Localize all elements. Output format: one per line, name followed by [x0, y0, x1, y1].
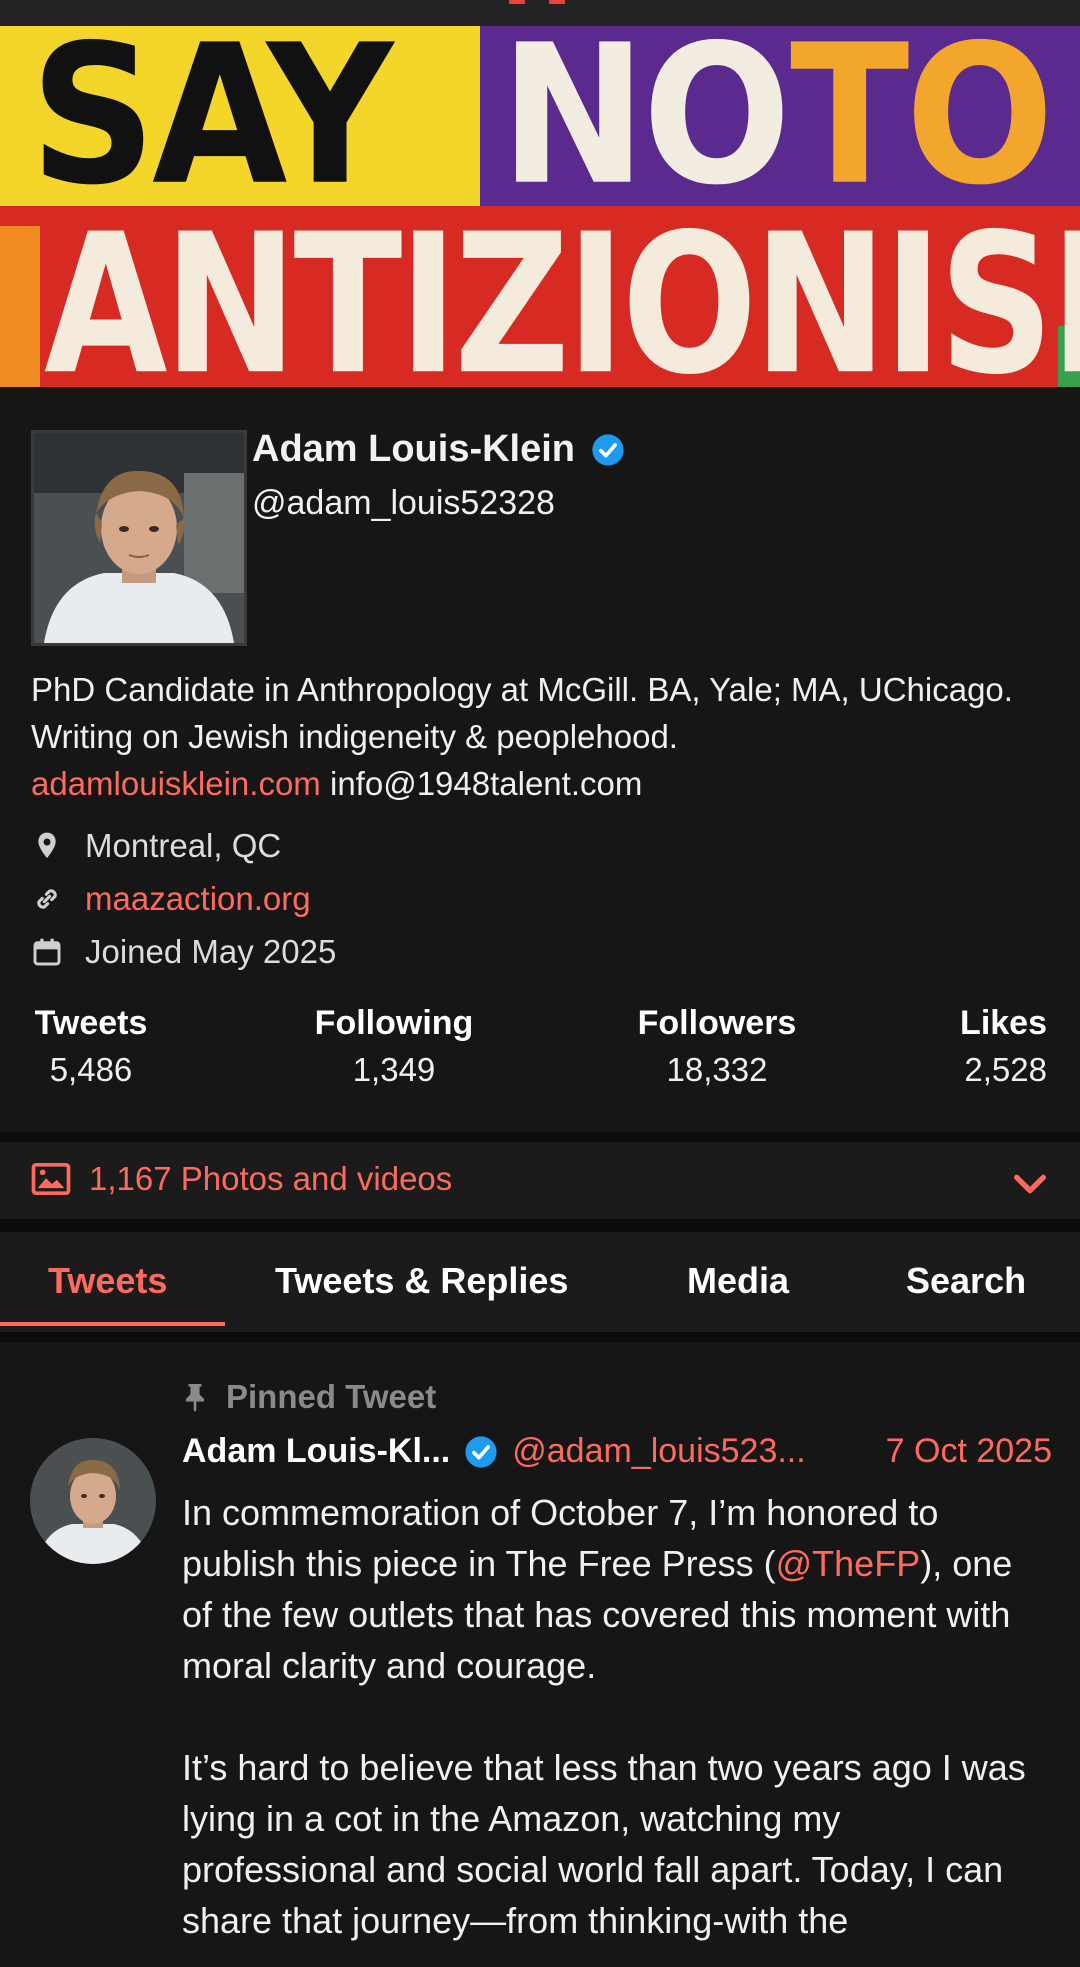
stat-label: Tweets [34, 1004, 148, 1042]
chevron-down-icon[interactable] [1010, 1164, 1050, 1204]
section-divider [0, 1219, 1080, 1232]
section-divider [0, 1332, 1080, 1342]
stat-label: Followers [637, 1004, 797, 1042]
profile-handle: @adam_louis52328 [252, 484, 555, 522]
bio-email: info@1948talent.com [329, 765, 643, 802]
stat-followers[interactable]: Followers 18,332 [635, 1004, 799, 1089]
location-text: Montreal, QC [85, 827, 282, 864]
active-tab-indicator [0, 1322, 225, 1326]
location-pin-icon [38, 832, 56, 858]
profile-tabs: Tweets Tweets & Replies Media Search [0, 1232, 1080, 1332]
pin-icon [185, 1384, 205, 1412]
banner-word-no: NO [500, 26, 791, 228]
tweet-mention[interactable]: @TheFP [776, 1543, 921, 1584]
banner-word-antizionism: ANTIZIONISM [44, 191, 1080, 387]
tweet-author-avatar[interactable] [30, 1438, 156, 1564]
app-mark [505, 0, 575, 4]
status-bar [0, 0, 1080, 26]
calendar-icon [33, 938, 61, 966]
link-icon [37, 889, 57, 909]
stat-value: 1,349 [352, 1051, 436, 1088]
pinned-label-row: Pinned Tweet [182, 1378, 436, 1416]
profile-stats: Tweets 5,486 Following 1,349 Followers 1… [31, 1004, 1047, 1094]
photos-row: 1,167 Photos and videos [31, 1160, 452, 1198]
tab-tweets[interactable]: Tweets [48, 1260, 167, 1302]
stat-likes[interactable]: Likes 2,528 [955, 1004, 1047, 1089]
image-icon [31, 1163, 71, 1195]
joined-text: Joined May 2025 [85, 933, 337, 970]
tweet-text: In commemoration of October 7, I’m honor… [182, 1487, 1042, 1946]
location-row: Montreal, QC [31, 827, 281, 865]
stat-value: 2,528 [964, 1051, 1047, 1088]
stat-following[interactable]: Following 1,349 [314, 1004, 474, 1089]
verified-badge-icon [592, 433, 624, 466]
profile-avatar[interactable] [31, 430, 247, 646]
bio-link[interactable]: adamlouisklein.com [31, 765, 321, 802]
verified-badge-icon [465, 1435, 497, 1468]
website-row[interactable]: maazaction.org [31, 880, 311, 918]
tweet-author-name[interactable]: Adam Louis-Kl... [182, 1432, 450, 1471]
tweet-date[interactable]: 7 Oct 2025 [886, 1432, 1052, 1471]
tweet-header: Adam Louis-Kl... @adam_louis523... 7 Oct… [182, 1432, 1052, 1471]
stat-value: 18,332 [666, 1051, 768, 1088]
pinned-label: Pinned Tweet [226, 1378, 437, 1415]
banner-word-to: TO [790, 26, 1054, 228]
stat-label: Likes [960, 1004, 1047, 1042]
stat-tweets[interactable]: Tweets 5,486 [31, 1004, 151, 1089]
bio-text: PhD Candidate in Anthropology at McGill.… [31, 671, 1013, 755]
tweet-text-part2: ), one of the few outlets that has cover… [182, 1543, 1026, 1941]
tab-tweets-replies[interactable]: Tweets & Replies [275, 1260, 568, 1302]
stat-label: Following [314, 1004, 474, 1042]
tab-search[interactable]: Search [906, 1260, 1026, 1302]
stat-value: 5,486 [49, 1051, 133, 1088]
profile-bio: PhD Candidate in Anthropology at McGill.… [31, 666, 1041, 807]
photos-label: 1,167 Photos and videos [89, 1160, 453, 1197]
profile-name-text: Adam Louis-Klein [252, 428, 576, 470]
tweet-author-handle[interactable]: @adam_louis523... [512, 1432, 805, 1471]
joined-row: Joined May 2025 [31, 933, 336, 971]
profile-name: Adam Louis-Klein [252, 428, 625, 471]
photos-and-videos-bar[interactable]: 1,167 Photos and videos [0, 1142, 1080, 1219]
tab-media[interactable]: Media [687, 1260, 789, 1302]
pinned-tweet[interactable]: Pinned Tweet Adam Louis-Kl... @adam_loui… [0, 1342, 1080, 1967]
profile-banner[interactable]: SAY NO TO ANTIZIONISM [0, 26, 1080, 387]
banner-word-say: SAY [30, 26, 393, 228]
website-link[interactable]: maazaction.org [85, 880, 311, 918]
